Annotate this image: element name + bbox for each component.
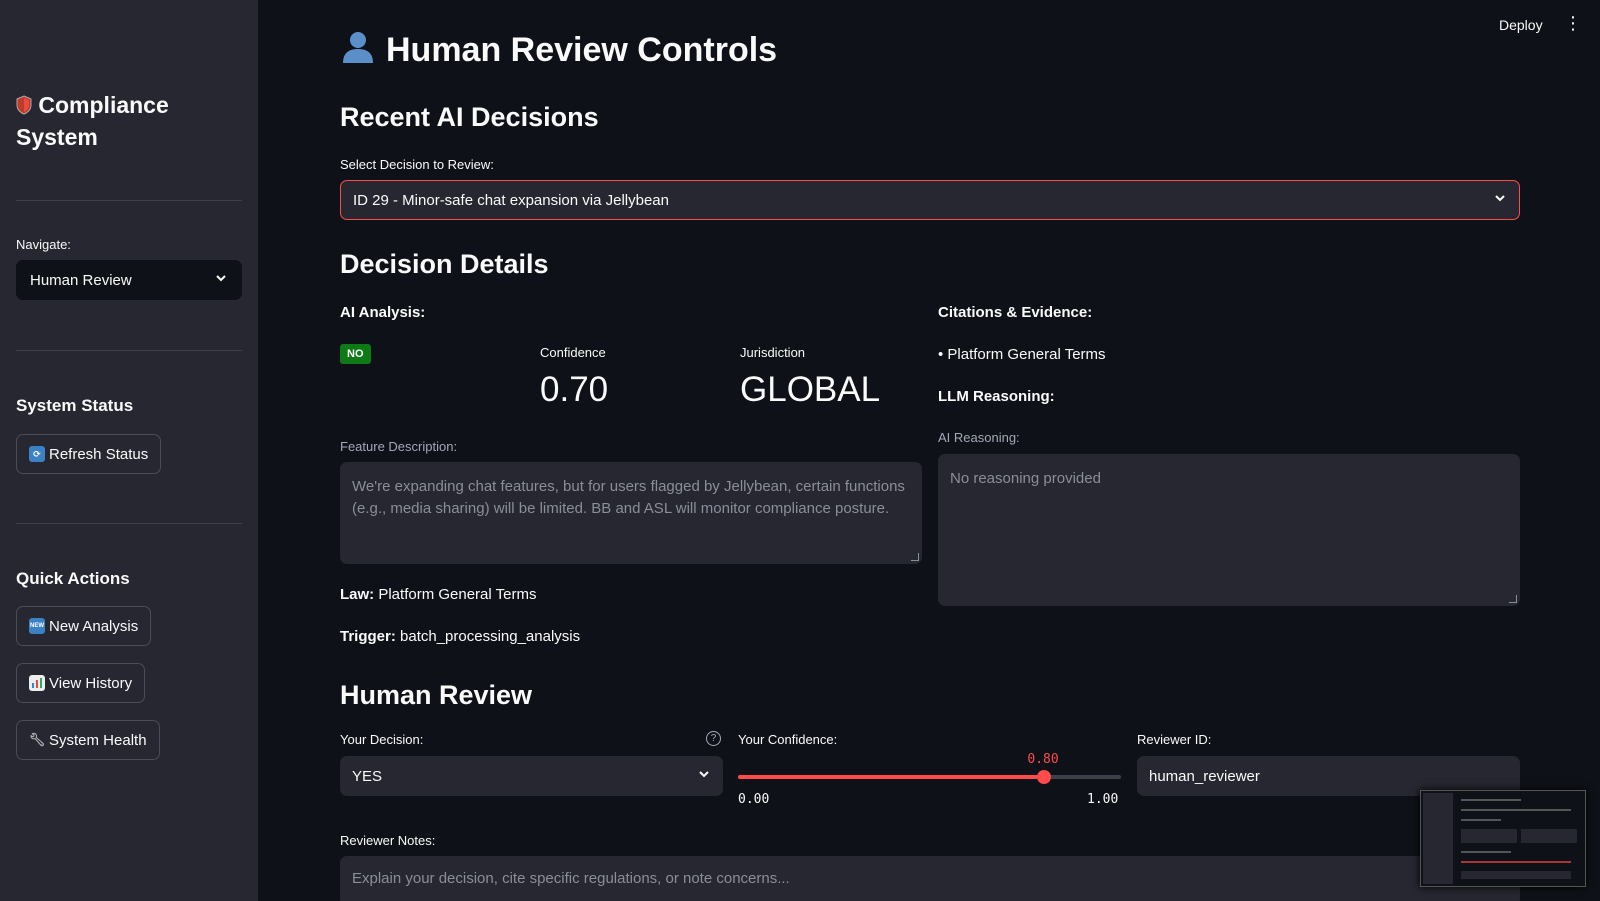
chevron-down-icon	[697, 767, 711, 785]
ai-reasoning-text: No reasoning provided	[950, 470, 1101, 487]
system-status-title: System Status	[16, 396, 134, 415]
confidence-slider-track[interactable]	[738, 770, 1121, 784]
more-options-icon[interactable]: ⋮	[1564, 14, 1582, 32]
navigate-select-value: Human Review	[30, 271, 132, 289]
trigger-value: batch_processing_analysis	[400, 628, 581, 645]
citations-label: Citations & Evidence:	[938, 304, 1093, 321]
law-value: Platform General Terms	[378, 586, 537, 603]
bar-chart-icon	[29, 675, 45, 691]
reviewer-id-label: Reviewer ID:	[1137, 732, 1212, 747]
sidebar-divider	[16, 200, 242, 201]
view-history-button[interactable]: View History	[16, 663, 146, 703]
refresh-status-button[interactable]: ⟳ Refresh Status	[16, 434, 162, 474]
decision-select[interactable]: ID 29 - Minor-safe chat expansion via Je…	[340, 180, 1520, 220]
confidence-slider-value: 0.80	[1027, 752, 1059, 767]
ai-reasoning-textarea[interactable]: No reasoning provided	[938, 454, 1520, 606]
reviewer-notes-textarea[interactable]: Explain your decision, cite specific reg…	[340, 856, 1520, 901]
new-analysis-button[interactable]: NEW New Analysis	[16, 606, 152, 646]
refresh-status-label: Refresh Status	[49, 445, 149, 463]
decision-details-title: Decision Details	[340, 249, 549, 279]
wrench-icon: 🔧︎	[28, 732, 46, 747]
reviewer-id-value: human_reviewer	[1149, 767, 1260, 785]
preview-box	[1461, 829, 1517, 843]
trigger-key: Trigger:	[340, 628, 396, 645]
ai-reasoning-label: AI Reasoning:	[938, 430, 1020, 445]
deploy-button[interactable]: Deploy	[1499, 17, 1543, 33]
decision-select-value: ID 29 - Minor-safe chat expansion via Je…	[353, 191, 669, 209]
sidebar: Compliance System Navigate: Human Review…	[0, 0, 258, 901]
navigate-label: Navigate:	[16, 237, 71, 252]
preview-box	[1461, 871, 1571, 879]
preview-line	[1461, 799, 1521, 801]
reviewer-notes-placeholder: Explain your decision, cite specific reg…	[352, 870, 790, 887]
confidence-slider-fill	[738, 775, 1045, 779]
your-confidence-label: Your Confidence:	[738, 732, 838, 747]
new-badge-icon: NEW	[29, 618, 45, 634]
your-decision-label: Your Decision:	[340, 732, 424, 747]
feature-description-text: We're expanding chat features, but for u…	[352, 478, 905, 517]
system-health-button[interactable]: 🔧︎ System Health	[16, 720, 160, 760]
feature-description-textarea[interactable]: We're expanding chat features, but for u…	[340, 462, 922, 564]
your-decision-value: YES	[352, 767, 383, 785]
page-preview-thumbnail[interactable]	[1420, 790, 1586, 887]
app-title: Compliance System	[16, 90, 236, 152]
app-root: Compliance System Navigate: Human Review…	[0, 0, 1600, 901]
preview-line	[1461, 851, 1511, 853]
recent-decisions-title: Recent AI Decisions	[340, 102, 599, 132]
ai-analysis-label: AI Analysis:	[340, 304, 426, 321]
chevron-down-icon	[214, 271, 228, 289]
law-key: Law:	[340, 586, 375, 603]
page-title: Human Review Controls	[340, 28, 777, 73]
bust-in-silhouette-icon	[340, 28, 376, 73]
human-review-title: Human Review	[340, 680, 533, 710]
chevron-down-icon	[1493, 191, 1507, 209]
page-title-text: Human Review Controls	[386, 31, 778, 69]
preview-box	[1521, 829, 1577, 843]
preview-line	[1461, 809, 1571, 811]
confidence-slider-thumb[interactable]	[1037, 770, 1052, 784]
llm-reasoning-label: LLM Reasoning:	[938, 388, 1055, 405]
jurisdiction-metric-label: Jurisdiction	[740, 345, 806, 360]
preview-line	[1461, 861, 1571, 863]
trigger-field: Trigger: batch_processing_analysis	[340, 628, 580, 645]
new-analysis-label: New Analysis	[49, 617, 139, 635]
view-history-label: View History	[49, 674, 133, 692]
help-icon[interactable]: ?	[706, 731, 721, 746]
citation-item: • Platform General Terms	[938, 346, 1106, 363]
system-health-label: System Health	[49, 731, 147, 749]
confidence-metric-label: Confidence	[540, 345, 606, 360]
shield-icon	[16, 92, 32, 122]
resize-handle-icon[interactable]	[1509, 595, 1517, 603]
resize-handle-icon[interactable]	[911, 553, 919, 561]
slider-min-label: 0.00	[738, 792, 770, 807]
reviewer-notes-label: Reviewer Notes:	[340, 833, 436, 848]
sidebar-divider	[16, 350, 242, 351]
select-decision-label: Select Decision to Review:	[340, 157, 494, 172]
navigate-select[interactable]: Human Review	[16, 260, 242, 300]
verdict-badge: NO	[340, 344, 371, 364]
confidence-metric-value: 0.70	[540, 370, 609, 409]
your-decision-select[interactable]: YES	[340, 756, 723, 796]
refresh-arrows-icon: ⟳	[29, 446, 45, 462]
app-title-text: Compliance System	[16, 92, 169, 150]
preview-sidebar	[1423, 793, 1453, 884]
quick-actions-title: Quick Actions	[16, 569, 130, 588]
preview-line	[1461, 819, 1501, 821]
feature-description-label: Feature Description:	[340, 439, 458, 454]
slider-max-label: 1.00	[1087, 792, 1119, 807]
sidebar-divider	[16, 523, 242, 524]
law-field: Law: Platform General Terms	[340, 586, 536, 603]
jurisdiction-metric-value: GLOBAL	[740, 370, 881, 409]
